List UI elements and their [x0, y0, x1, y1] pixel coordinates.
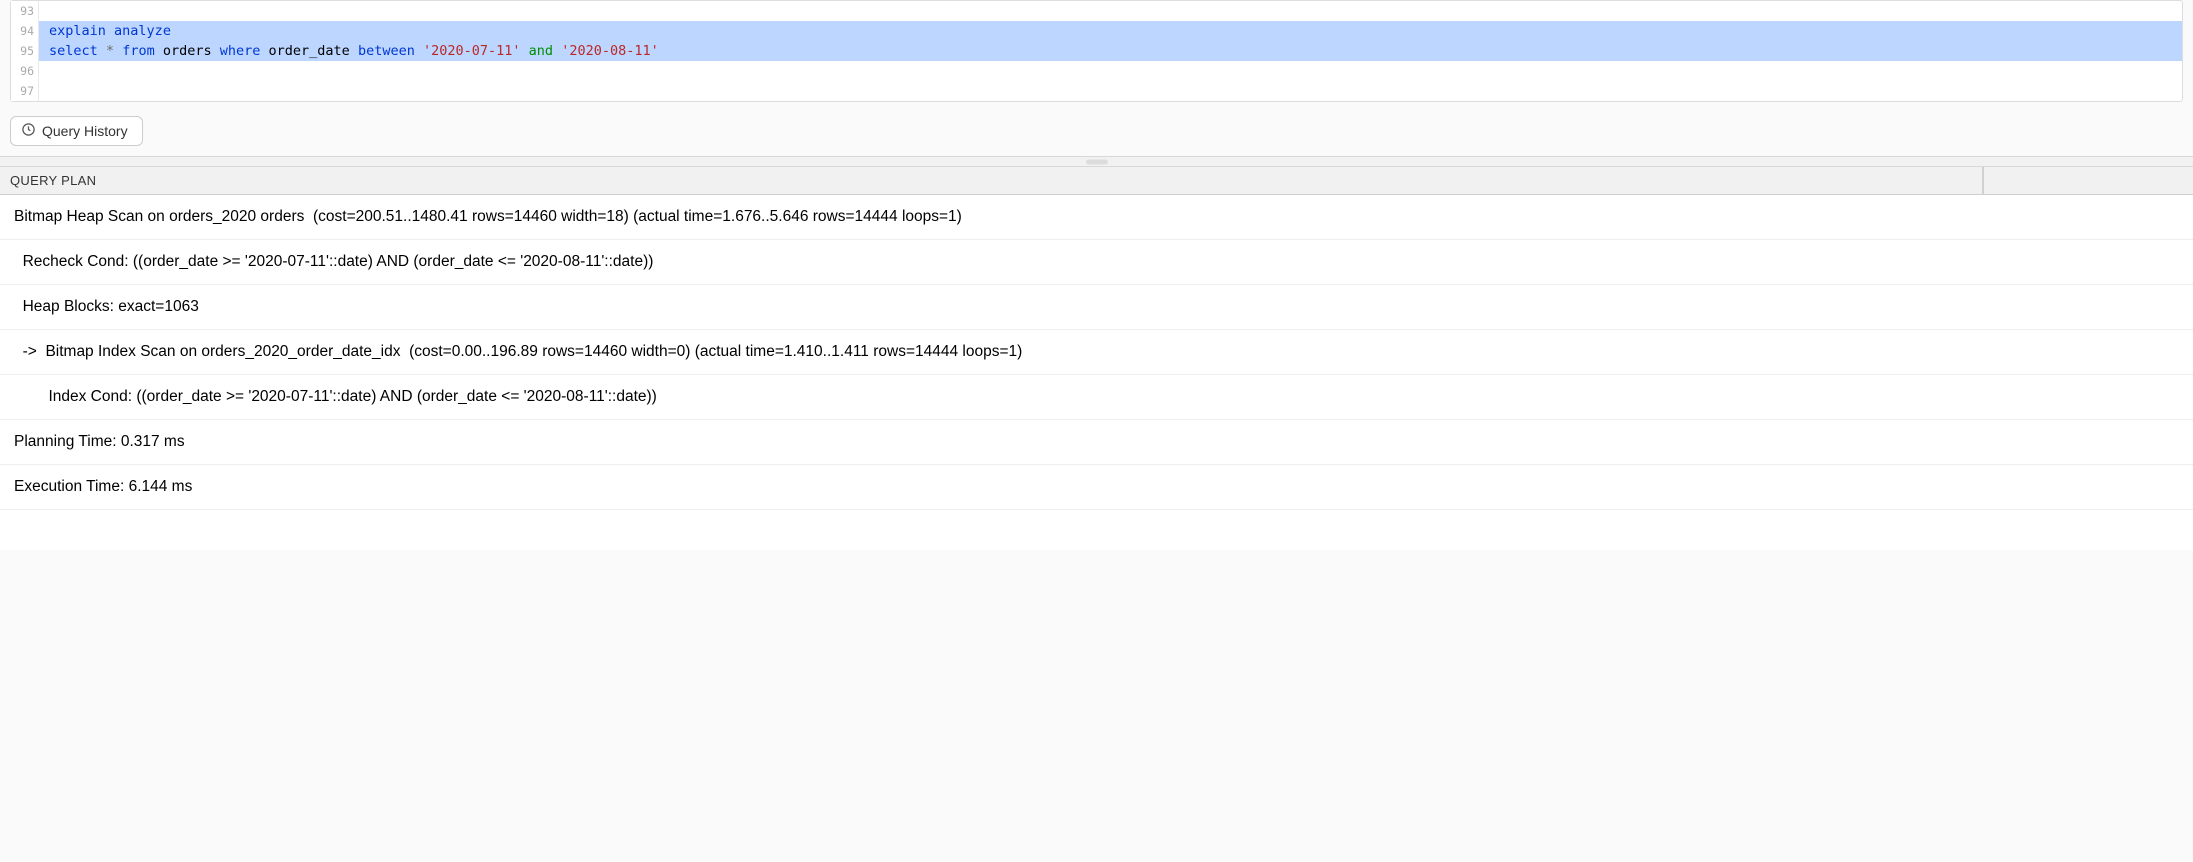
code-content[interactable]	[39, 1, 2182, 21]
code-line[interactable]: 94explain analyze	[11, 21, 2182, 41]
code-content[interactable]	[39, 61, 2182, 81]
drag-handle-icon	[1086, 159, 1108, 164]
query-plan-results: Bitmap Heap Scan on orders_2020 orders (…	[0, 195, 2193, 550]
pane-divider[interactable]	[0, 156, 2193, 167]
line-number: 96	[11, 61, 39, 81]
sql-editor[interactable]: 9394explain analyze95select * from order…	[10, 0, 2183, 102]
results-header-spacer	[1983, 167, 2193, 194]
query-plan-row[interactable]: Bitmap Heap Scan on orders_2020 orders (…	[0, 195, 2193, 240]
query-plan-row[interactable]: Execution Time: 6.144 ms	[0, 465, 2193, 510]
query-plan-row[interactable]: Planning Time: 0.317 ms	[0, 420, 2193, 465]
query-history-button[interactable]: Query History	[10, 116, 143, 146]
empty-row	[0, 510, 2193, 550]
toolbar-row: Query History	[0, 110, 2193, 156]
query-plan-row[interactable]: Index Cond: ((order_date >= '2020-07-11'…	[0, 375, 2193, 420]
results-header-row: QUERY PLAN	[0, 167, 2193, 195]
line-number: 94	[11, 21, 39, 41]
code-line[interactable]: 95select * from orders where order_date …	[11, 41, 2182, 61]
code-line[interactable]: 97	[11, 81, 2182, 101]
results-column-header[interactable]: QUERY PLAN	[0, 167, 1983, 194]
query-plan-row[interactable]: Heap Blocks: exact=1063	[0, 285, 2193, 330]
line-number: 93	[11, 1, 39, 21]
code-line[interactable]: 93	[11, 1, 2182, 21]
line-number: 95	[11, 41, 39, 61]
query-history-label: Query History	[42, 123, 128, 139]
code-content[interactable]	[39, 81, 2182, 101]
code-content[interactable]: select * from orders where order_date be…	[39, 41, 2182, 61]
line-number: 97	[11, 81, 39, 101]
clock-icon	[21, 122, 36, 140]
code-line[interactable]: 96	[11, 61, 2182, 81]
query-plan-row[interactable]: -> Bitmap Index Scan on orders_2020_orde…	[0, 330, 2193, 375]
code-content[interactable]: explain analyze	[39, 21, 2182, 41]
query-plan-row[interactable]: Recheck Cond: ((order_date >= '2020-07-1…	[0, 240, 2193, 285]
